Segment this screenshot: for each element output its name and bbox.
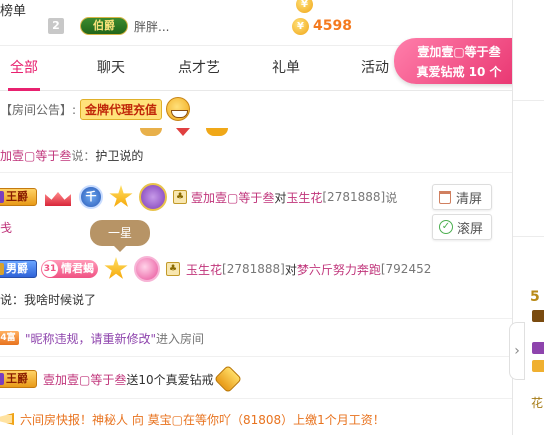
- gem-icon: [134, 256, 160, 282]
- scroll-screen-label: 滚屏: [457, 221, 484, 237]
- chat-message: 男爵 情君蝎 ♣ 玉生花 [2781888] 对 梦六斤努力奔跑 [792452: [0, 254, 512, 284]
- divider: [0, 398, 512, 399]
- chat-target-username[interactable]: 梦六斤努力奔跑: [297, 261, 381, 278]
- divider: [513, 236, 544, 237]
- trash-icon: [439, 190, 451, 204]
- tab-gift-list[interactable]: 礼单: [272, 47, 300, 91]
- fan-club-badge: 情君蝎: [41, 260, 98, 278]
- clear-screen-button[interactable]: 清屏: [432, 184, 492, 210]
- side-text: 花: [531, 396, 544, 410]
- side-badge-icon: [532, 310, 544, 322]
- chat-target-id: [792452: [380, 262, 432, 276]
- wealth-level-badge: 4富: [0, 331, 19, 345]
- chat-username[interactable]: 玉生花: [186, 261, 222, 278]
- gift-text: 送10个真爱钻戒: [126, 372, 214, 387]
- rank-label: 榜单: [0, 4, 27, 19]
- tab-chat[interactable]: 聊天: [97, 47, 125, 91]
- side-badge-icon: [532, 342, 544, 354]
- clipped-icons-row: [0, 126, 512, 138]
- grin-emoji-icon: [166, 97, 191, 121]
- chat-target-id: [2781888]: [322, 190, 386, 204]
- chat-message-wrap: 说：我啥时候说了: [0, 290, 512, 308]
- medal-icon: [139, 183, 167, 211]
- chat-separator: 说：: [71, 148, 96, 163]
- side-panel-toggle[interactable]: ›: [509, 322, 525, 380]
- chat-username[interactable]: 壹加壹▢等于叁: [43, 371, 126, 388]
- chat-user-id: [2781888]: [222, 262, 285, 276]
- divider: [513, 100, 544, 101]
- divider: [0, 172, 512, 173]
- baron-noble-badge: 男爵: [0, 260, 37, 278]
- clipped-medal-icon: [140, 128, 162, 136]
- rank-username[interactable]: 胖胖...: [134, 18, 274, 35]
- gift-message: 王爵 壹加壹▢等于叁 送10个真爱钻戒: [0, 364, 512, 394]
- user-level-icon: ♣: [166, 262, 180, 276]
- side-badge-icon: [532, 360, 544, 372]
- system-text: "昵称违规，请重新修改": [25, 331, 157, 346]
- scroll-screen-button[interactable]: ✓ 滚屏: [432, 214, 492, 240]
- crown-icon: [43, 186, 73, 208]
- coin-icon: ¥: [292, 17, 309, 35]
- star-icon: [109, 185, 133, 207]
- star-tooltip: 一星: [90, 220, 150, 252]
- rank-number: 2: [48, 18, 64, 34]
- rank-row[interactable]: ¥: [48, 0, 488, 14]
- clear-screen-label: 清屏: [456, 191, 483, 207]
- broadcast-text[interactable]: 六间房快报！神秘人 向 莫宝▢在等你吖（81808）上缴1个月工资！: [20, 411, 385, 428]
- chat-text: 护卫说的: [95, 148, 144, 163]
- clipped-arrow-icon: [176, 128, 190, 136]
- announcement-link[interactable]: 金牌代理充值: [80, 98, 163, 120]
- horn-icon: [0, 413, 14, 425]
- chat-text: 对: [284, 262, 297, 277]
- diamond-ring-icon: [213, 364, 242, 394]
- chat-text: 戋: [0, 220, 13, 235]
- tab-activity[interactable]: 活动: [361, 47, 389, 91]
- chat-message: 加壹▢等于叁 说： 护卫说的: [0, 146, 512, 164]
- clipped-emoji-icon: [206, 128, 228, 136]
- check-icon: ✓: [439, 220, 453, 234]
- chat-target-username[interactable]: 玉生花: [286, 189, 322, 206]
- rank-value: 4598: [313, 18, 352, 34]
- thousand-badge-icon: 千: [79, 185, 103, 209]
- gift-promo-banner[interactable]: 壹加壹▢等于叁 真爱钻戒 10 个: [394, 38, 524, 84]
- announcement-label: 【房间公告】:: [0, 102, 77, 117]
- room-announcement: 【房间公告】: 金牌代理充值: [0, 96, 512, 122]
- rank-row[interactable]: 2 伯爵 胖胖... ¥ 4598: [48, 16, 488, 36]
- king-noble-badge: 王爵: [0, 370, 37, 388]
- chat-username[interactable]: 壹加壹▢等于叁: [191, 189, 274, 206]
- coin-icon: ¥: [296, 0, 313, 13]
- chat-area[interactable]: 【房间公告】: 金牌代理充值 加壹▢等于叁 说： 护卫说的 王爵 千 ♣ 壹加壹…: [0, 92, 512, 435]
- king-noble-badge: 王爵: [0, 188, 37, 206]
- tab-all[interactable]: 全部: [8, 47, 40, 91]
- promo-line2: 真爱钻戒 10 个: [416, 65, 502, 79]
- chat-text: 说: [385, 190, 398, 205]
- divider: [0, 356, 512, 357]
- broadcast-message: 六间房快报！神秘人 向 莫宝▢在等你吖（81808）上缴1个月工资！: [0, 408, 512, 430]
- chat-username[interactable]: 加壹▢等于叁: [0, 147, 71, 164]
- side-rank-number: 5: [530, 289, 540, 305]
- user-level-icon: ♣: [173, 190, 187, 204]
- chat-text: 说：我啥时候说了: [0, 292, 97, 307]
- promo-line1: 壹加壹▢等于叁: [417, 45, 501, 59]
- system-text: 进入房间: [156, 331, 205, 346]
- system-message: 4富 "昵称违规，请重新修改" 进入房间: [0, 328, 512, 348]
- divider: [0, 318, 512, 319]
- chat-text: 对: [274, 190, 287, 205]
- star-icon[interactable]: [104, 257, 128, 279]
- tab-talent[interactable]: 点才艺: [178, 47, 220, 91]
- noble-badge: 伯爵: [80, 17, 128, 35]
